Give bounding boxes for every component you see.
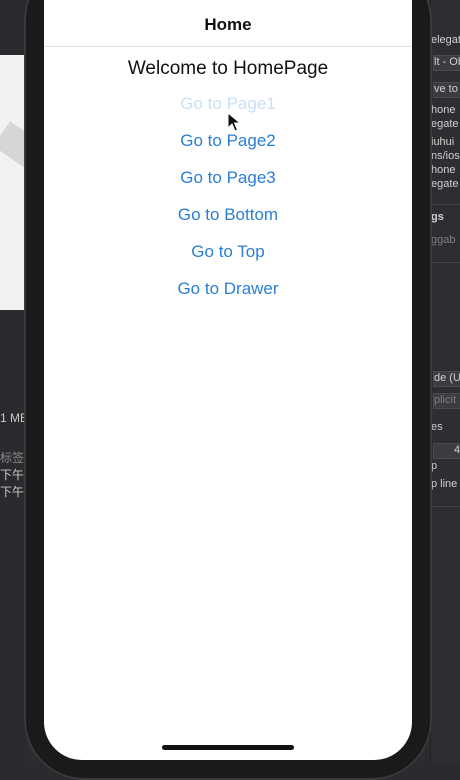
desktop-background: 1 MB 标签… 下午4 下午4 elegato lt - Ob ve to h… — [0, 0, 460, 780]
inspector-field-value: plicit — [434, 394, 457, 406]
inspector-divider — [431, 262, 460, 263]
inspector-field-value: ve to — [434, 83, 458, 95]
go-to-top-link[interactable]: Go to Top — [44, 233, 412, 270]
right-inspector-panel: elegato lt - Ob ve to hone egate iuhui n… — [430, 0, 460, 764]
inspector-text: hone — [431, 164, 456, 176]
inspector-text: p line — [431, 478, 458, 490]
inspector-field[interactable]: plicit — [433, 393, 460, 409]
inspector-divider — [431, 506, 460, 507]
go-to-drawer-link[interactable]: Go to Drawer — [44, 270, 412, 307]
inspector-stepper[interactable]: 4 — [433, 443, 460, 459]
home-page-content: Welcome to HomePage Go to Page1 Go to Pa… — [44, 47, 412, 307]
inspector-field[interactable]: lt - Ob — [433, 55, 460, 71]
inspector-text: egate — [431, 178, 459, 190]
inspector-field-value: lt - Ob — [434, 56, 460, 68]
inspector-text: iuhui — [431, 136, 455, 148]
navigation-bar: Home — [44, 0, 412, 47]
inspector-text: ggab — [431, 234, 456, 246]
left-editor-panel: 1 MB 标签… 下午4 下午4 — [0, 0, 36, 764]
welcome-text: Welcome to HomePage — [127, 58, 329, 79]
left-preview-image — [0, 55, 26, 310]
inspector-stepper-value: 4 — [454, 444, 460, 456]
go-to-page3-link[interactable]: Go to Page3 — [44, 159, 412, 196]
go-to-bottom-link[interactable]: Go to Bottom — [44, 196, 412, 233]
inspector-divider — [431, 204, 460, 205]
inspector-text: ns/ios — [431, 150, 460, 162]
inspector-section-title: gs — [431, 211, 444, 223]
inspector-field[interactable]: ve to — [433, 82, 460, 98]
inspector-text: es — [431, 421, 443, 433]
home-indicator[interactable] — [162, 745, 294, 750]
inspector-field-value: de (U — [434, 372, 460, 384]
arrow-cursor-icon — [227, 112, 241, 132]
inspector-text: egate — [431, 118, 459, 130]
inspector-text: hone — [431, 104, 456, 116]
nav-title: Home — [204, 15, 252, 34]
inspector-text: elegato — [431, 34, 460, 46]
inspector-field[interactable]: de (U — [433, 371, 460, 387]
